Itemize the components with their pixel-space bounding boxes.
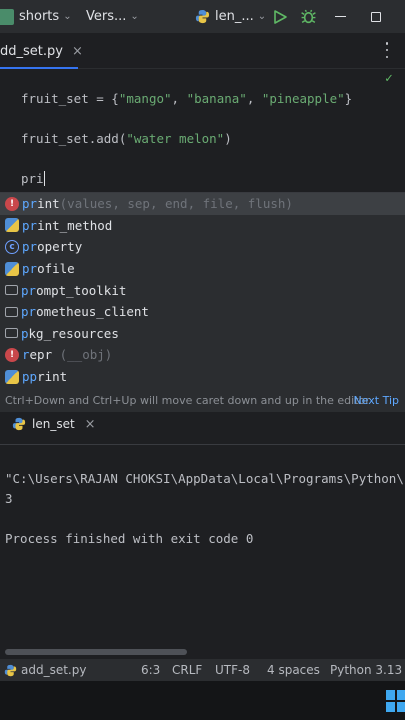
python-file-icon (5, 369, 19, 384)
console-line: 3 (5, 491, 13, 506)
completion-item[interactable]: pp rint (0, 366, 405, 388)
project-widget[interactable]: shorts ⌄ (0, 0, 72, 33)
code-line-3: pri (21, 171, 46, 186)
tab-label: dd_set.py (0, 43, 63, 59)
run-tab-len-set[interactable]: len_set × (12, 412, 96, 439)
code-line-2: fruit_set.add("water melon") (21, 131, 232, 146)
editor-tab-add-set[interactable]: dd_set.py × (0, 33, 83, 70)
chevron-down-icon: ⌄ (63, 11, 72, 22)
bug-icon (301, 9, 316, 24)
python-icon (4, 664, 17, 676)
close-icon[interactable]: × (72, 44, 83, 59)
function-icon: ! (5, 347, 19, 362)
status-bar: add_set.py 6:3 CRLF UTF-8 4 spaces Pytho… (0, 659, 405, 681)
console-divider (0, 444, 405, 445)
text-caret (43, 171, 46, 186)
function-icon: ! (5, 196, 19, 211)
project-icon (0, 8, 14, 25)
chevron-down-icon: ⌄ (130, 11, 139, 22)
tip-text: Ctrl+Down and Ctrl+Up will move caret do… (5, 393, 370, 407)
completion-item[interactable]: p kg_resources (0, 323, 405, 345)
class-icon: c (5, 239, 19, 254)
caret-position[interactable]: 6:3 (141, 659, 160, 681)
console-line: "C:\Users\RAJAN CHOKSI\AppData\Local\Pro… (5, 471, 405, 486)
more-vertical-icon (385, 42, 389, 45)
chevron-down-icon: ⌄ (257, 11, 267, 22)
console-line: Process finished with exit code 0 (5, 531, 254, 546)
python-icon (12, 417, 26, 431)
package-folder-icon (5, 328, 18, 339)
minimize-icon (335, 15, 346, 18)
title-bar: shorts ⌄ Vers... ⌄ len_... ⌄ (0, 0, 405, 33)
close-icon[interactable]: × (85, 417, 96, 432)
project-name: shorts (19, 9, 60, 24)
maximize-icon (371, 11, 381, 22)
horizontal-scrollbar[interactable] (5, 649, 187, 655)
run-tab-label: len_set (32, 417, 75, 431)
inspection-ok-icon: ✓ (385, 71, 393, 86)
run-console[interactable]: "C:\Users\RAJAN CHOKSI\AppData\Local\Pro… (0, 436, 405, 656)
run-tool-window-tabs: len_set × (0, 412, 405, 439)
completion-item[interactable]: pr ofile (0, 258, 405, 280)
completion-tip: Ctrl+Down and Ctrl+Up will move caret do… (0, 389, 405, 411)
minimize-button[interactable] (335, 0, 346, 33)
run-config-name: len_... (215, 9, 254, 24)
python-file-icon (5, 261, 19, 276)
completion-item[interactable]: ! pr int (values, sep, end, file, flush) (0, 193, 405, 215)
tab-actions-button[interactable] (383, 42, 391, 58)
status-file-name: add_set.py (21, 663, 87, 677)
completion-popup: ! pr int (values, sep, end, file, flush) p… (0, 192, 405, 412)
run-button[interactable] (272, 0, 288, 33)
package-folder-icon (5, 285, 18, 296)
completion-item[interactable]: c pr operty (0, 236, 405, 258)
run-icon (274, 9, 287, 24)
completion-item[interactable]: pr ometheus_client (0, 301, 405, 323)
python-interpreter[interactable]: Python 3.13 (330, 659, 402, 681)
windows-logo-icon[interactable] (386, 690, 405, 712)
next-tip-link[interactable]: Next Tip (353, 394, 399, 407)
completion-item[interactable]: pr int_method (0, 215, 405, 237)
editor-tab-bar: dd_set.py × (0, 33, 405, 70)
indent-setting[interactable]: 4 spaces (267, 659, 320, 681)
run-config-widget[interactable]: len_... ⌄ (195, 0, 266, 33)
completion-item[interactable]: ! r epr (__obj) (0, 344, 405, 366)
maximize-button[interactable] (371, 0, 381, 33)
vcs-label: Vers... (86, 9, 127, 24)
completion-item[interactable]: pr ompt_toolkit (0, 279, 405, 301)
status-file[interactable]: add_set.py (4, 659, 86, 681)
python-icon (195, 9, 210, 24)
code-line-1: fruit_set = {"mango", "banana", "pineapp… (21, 91, 353, 106)
package-folder-icon (5, 306, 18, 317)
line-separator[interactable]: CRLF (172, 659, 202, 681)
python-file-icon (5, 218, 19, 233)
taskbar (0, 681, 405, 720)
debug-button[interactable] (300, 0, 317, 33)
code-editor[interactable]: ✓ fruit_set = {"mango", "banana", "pinea… (0, 69, 405, 192)
file-encoding[interactable]: UTF-8 (215, 659, 250, 681)
vcs-widget[interactable]: Vers... ⌄ (86, 0, 139, 33)
